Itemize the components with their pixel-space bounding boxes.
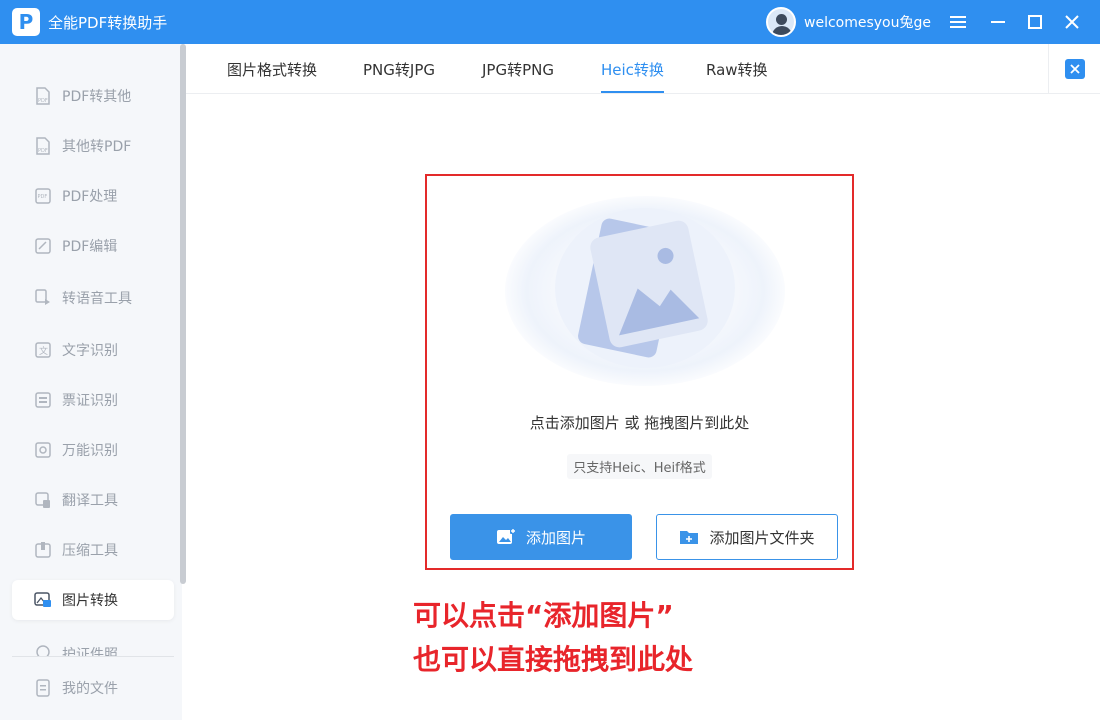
sidebar-divider <box>12 656 174 657</box>
sidebar-item-label: 翻译工具 <box>62 493 118 509</box>
user-name[interactable]: welcomesyou兔ge <box>804 12 931 32</box>
svg-text:PDF: PDF <box>38 98 48 104</box>
tab-png-to-jpg[interactable]: PNG转JPG <box>363 44 435 94</box>
sidebar-item-label: 票证识别 <box>62 393 118 409</box>
drop-zone[interactable]: 点击添加图片 或 拖拽图片到此处 只支持Heic、Heif格式 添加图片 添加图… <box>425 174 854 570</box>
universal-ocr-icon <box>34 441 52 459</box>
title-bar: P 全能PDF转换助手 welcomesyou兔ge <box>0 0 1100 44</box>
sidebar-item-label: PDF转其他 <box>62 89 132 105</box>
translate-icon <box>34 491 52 509</box>
sidebar-item-text-ocr[interactable]: 文 文字识别 <box>12 330 174 370</box>
user-account[interactable]: welcomesyou兔ge <box>766 6 931 38</box>
sidebar-item-translate[interactable]: 翻译工具 <box>12 480 174 520</box>
add-image-button[interactable]: 添加图片 <box>450 514 632 560</box>
add-folder-label: 添加图片文件夹 <box>709 528 815 547</box>
tab-heic[interactable]: Heic转换 <box>601 44 664 94</box>
avatar[interactable] <box>766 7 796 37</box>
tab-image-format[interactable]: 图片格式转换 <box>227 44 317 94</box>
add-image-folder-button[interactable]: 添加图片文件夹 <box>656 514 838 560</box>
sidebar-item-other-to-pdf[interactable]: PDF 其他转PDF <box>12 126 174 166</box>
image-convert-icon <box>34 591 52 609</box>
format-hint: 只支持Heic、Heif格式 <box>427 454 852 479</box>
sidebar-item-compress[interactable]: 压缩工具 <box>12 530 174 570</box>
sidebar-item-universal-ocr[interactable]: 万能识别 <box>12 430 174 470</box>
sidebar-item-label: 图片转换 <box>62 593 118 609</box>
panel-close-area <box>1048 44 1100 94</box>
sidebar-item-image-convert[interactable]: 图片转换 <box>12 580 174 620</box>
menu-icon[interactable] <box>944 8 972 36</box>
sidebar-item-pdf-edit[interactable]: PDF编辑 <box>12 226 174 266</box>
add-image-label: 添加图片 <box>525 528 586 547</box>
sidebar-item-label: 其他转PDF <box>62 139 132 155</box>
text-ocr-icon: 文 <box>34 341 52 359</box>
annotation-note: 可以点击“添加图片” 也可以直接拖拽到此处 <box>413 594 693 682</box>
add-image-icon <box>496 527 516 547</box>
sidebar-item-speech[interactable]: 转语音工具 <box>12 278 174 318</box>
pdf-process-icon: PDF <box>34 187 52 205</box>
sidebar-item-ticket-ocr[interactable]: 票证识别 <box>12 380 174 420</box>
sidebar-item-label: 压缩工具 <box>62 543 118 559</box>
compress-icon <box>34 541 52 559</box>
app-logo: P <box>12 8 40 36</box>
minimize-icon[interactable] <box>984 8 1012 36</box>
tab-bar: 图片格式转换 PNG转JPG JPG转PNG Heic转换 Raw转换 <box>186 44 1048 94</box>
sidebar-item-label: PDF处理 <box>62 189 118 205</box>
pdf-import-icon: PDF <box>34 137 52 155</box>
sidebar-item-label: 万能识别 <box>62 443 118 459</box>
maximize-icon[interactable] <box>1021 8 1049 36</box>
tab-raw[interactable]: Raw转换 <box>706 44 768 94</box>
drop-instruction: 点击添加图片 或 拖拽图片到此处 <box>529 414 750 432</box>
svg-text:文: 文 <box>39 345 48 357</box>
sidebar-item-pdf-to-other[interactable]: PDF PDF转其他 <box>12 76 174 116</box>
ticket-ocr-icon <box>34 391 52 409</box>
sidebar-item-label: 转语音工具 <box>62 291 132 307</box>
tab-jpg-to-png[interactable]: JPG转PNG <box>482 44 554 94</box>
format-hint-label: 只支持Heic、Heif格式 <box>567 454 712 479</box>
app-title: 全能PDF转换助手 <box>48 13 168 32</box>
pdf-export-icon: PDF <box>34 87 52 105</box>
sidebar-item-label: 护证件照 <box>62 647 118 656</box>
speech-icon <box>34 289 52 307</box>
id-photo-icon <box>34 644 52 656</box>
svg-text:PDF: PDF <box>38 148 48 154</box>
sidebar-item-id-photo[interactable]: 护证件照 <box>12 642 174 656</box>
svg-text:PDF: PDF <box>38 194 48 200</box>
annotation-line-2: 也可以直接拖拽到此处 <box>413 643 694 676</box>
sidebar-item-label: PDF编辑 <box>62 239 118 255</box>
annotation-line-1: 可以点击“添加图片” <box>413 599 674 632</box>
sidebar-item-pdf-process[interactable]: PDF PDF处理 <box>12 176 174 216</box>
close-icon[interactable] <box>1058 8 1086 36</box>
pdf-edit-icon <box>34 237 52 255</box>
sidebar-item-label: 文字识别 <box>62 343 118 359</box>
sidebar-item-label: 我的文件 <box>62 681 118 697</box>
my-files-icon <box>34 679 52 697</box>
sidebar-scrollbar[interactable] <box>180 44 186 584</box>
app-logo-letter: P <box>18 10 34 34</box>
sidebar-item-my-files[interactable]: 我的文件 <box>12 668 174 708</box>
panel-close-icon[interactable] <box>1064 58 1085 79</box>
add-folder-icon <box>679 527 699 547</box>
